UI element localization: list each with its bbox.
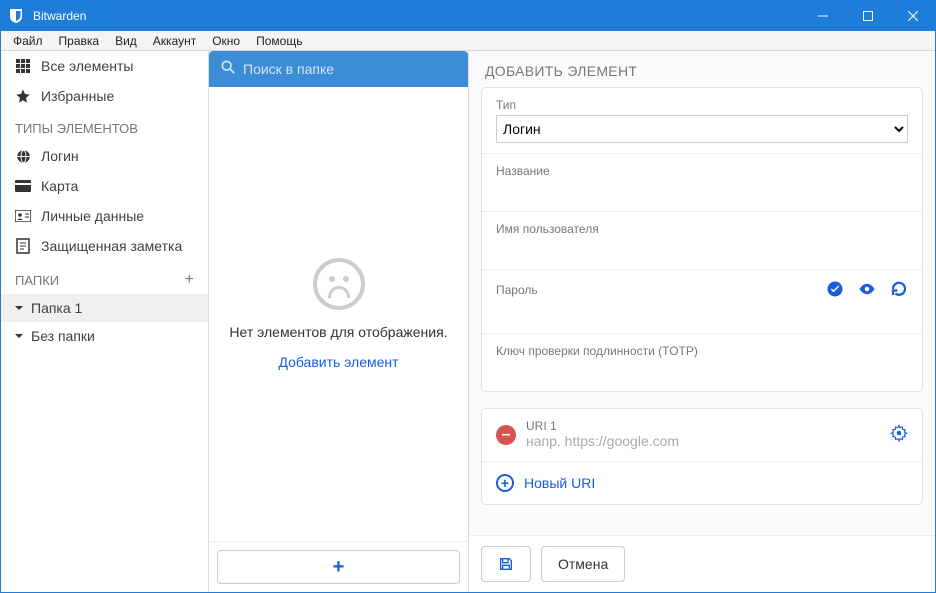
toggle-visibility-icon[interactable] [858, 280, 876, 303]
password-label: Пароль [496, 283, 538, 297]
totp-input[interactable] [496, 361, 908, 381]
save-button[interactable] [481, 546, 531, 582]
new-uri-button[interactable]: + Новый URI [482, 462, 922, 504]
card-icon [15, 178, 31, 194]
searchbar[interactable] [209, 51, 468, 87]
sidebar-item-label: Избранные [41, 88, 114, 104]
window-title: Bitwarden [31, 9, 800, 23]
uri1-input[interactable] [526, 433, 880, 449]
note-icon [15, 238, 31, 254]
menu-account[interactable]: Аккаунт [145, 33, 204, 49]
menubar: Файл Правка Вид Аккаунт Окно Помощь [1, 31, 935, 51]
sidebar-all-items[interactable]: Все элементы [1, 51, 208, 81]
detail-header: ДОБАВИТЬ ЭЛЕМЕНТ [469, 51, 935, 87]
identity-icon [15, 208, 31, 224]
sidebar: Все элементы Избранные ТИПЫ ЭЛЕМЕНТОВ Ло… [1, 51, 209, 592]
type-select[interactable]: Логин [496, 115, 908, 143]
type-label: Тип [496, 98, 908, 112]
close-button[interactable] [890, 1, 935, 31]
generate-password-icon[interactable] [890, 280, 908, 303]
search-input[interactable] [243, 61, 456, 77]
grid-icon [15, 58, 31, 74]
uri-options-button[interactable] [890, 424, 908, 447]
caret-down-icon [11, 328, 27, 344]
sidebar-item-label: Без папки [31, 328, 95, 344]
sidebar-item-label: Защищенная заметка [41, 238, 182, 254]
sidebar-type-securenote[interactable]: Защищенная заметка [1, 231, 208, 261]
maximize-button[interactable] [845, 1, 890, 31]
sidebar-item-label: Логин [41, 148, 79, 164]
titlebar: Bitwarden [1, 1, 935, 31]
remove-uri-button[interactable]: – [496, 425, 516, 445]
menu-edit[interactable]: Правка [51, 33, 108, 49]
folders-header: ПАПКИ + [1, 261, 208, 294]
item-list-panel: Нет элементов для отображения. Добавить … [209, 51, 469, 592]
sidebar-folder-none[interactable]: Без папки [1, 322, 208, 350]
star-icon [15, 88, 31, 104]
name-label: Название [496, 164, 908, 178]
minimize-button[interactable] [800, 1, 845, 31]
globe-icon [15, 148, 31, 164]
sidebar-item-label: Личные данные [41, 208, 144, 224]
sidebar-item-label: Папка 1 [31, 300, 82, 316]
name-input[interactable] [496, 181, 908, 201]
menu-help[interactable]: Помощь [248, 33, 310, 49]
sidebar-favorites[interactable]: Избранные [1, 81, 208, 111]
new-uri-label: Новый URI [524, 475, 595, 491]
check-password-icon[interactable] [826, 280, 844, 303]
detail-panel: ДОБАВИТЬ ЭЛЕМЕНТ Тип Логин Название Имя … [469, 51, 935, 592]
cancel-button[interactable]: Отмена [541, 546, 625, 582]
add-folder-button[interactable]: + [185, 271, 194, 289]
menu-file[interactable]: Файл [5, 33, 51, 49]
no-items-message: Нет элементов для отображения. [229, 324, 447, 340]
save-icon [498, 555, 514, 573]
sidebar-item-label: Все элементы [41, 58, 133, 74]
plus-circle-icon: + [496, 474, 514, 492]
sidebar-type-identity[interactable]: Личные данные [1, 201, 208, 231]
search-icon [221, 60, 235, 79]
totp-label: Ключ проверки подлинности (TOTP) [496, 344, 908, 358]
types-header: ТИПЫ ЭЛЕМЕНТОВ [1, 111, 208, 141]
username-input[interactable] [496, 239, 908, 259]
sidebar-folder-1[interactable]: Папка 1 [1, 294, 208, 322]
password-input[interactable] [496, 303, 908, 323]
uri1-label: URI 1 [526, 419, 880, 433]
add-item-button[interactable]: + [217, 550, 460, 584]
sidebar-item-label: Карта [41, 178, 78, 194]
add-item-link[interactable]: Добавить элемент [278, 354, 398, 370]
app-icon [1, 8, 31, 24]
username-label: Имя пользователя [496, 222, 908, 236]
sad-face-icon [313, 258, 365, 310]
caret-down-icon [11, 300, 27, 316]
menu-view[interactable]: Вид [107, 33, 145, 49]
sidebar-type-login[interactable]: Логин [1, 141, 208, 171]
sidebar-type-card[interactable]: Карта [1, 171, 208, 201]
menu-window[interactable]: Окно [204, 33, 248, 49]
